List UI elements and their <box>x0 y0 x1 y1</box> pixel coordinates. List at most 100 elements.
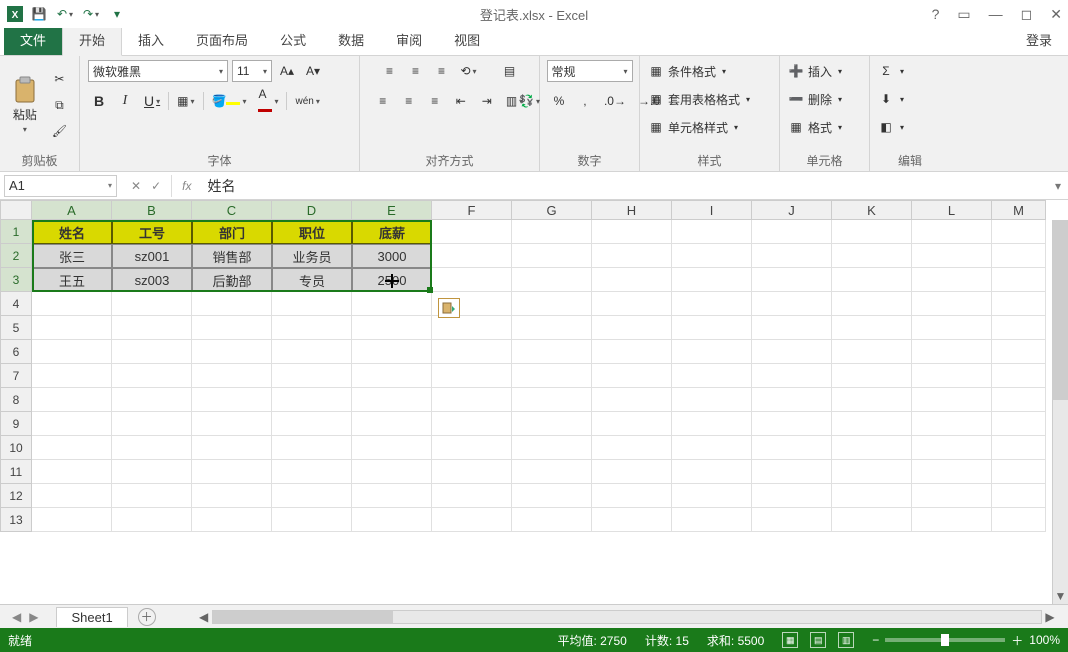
cell-H5[interactable] <box>592 316 672 340</box>
undo-button[interactable]: ↶ <box>54 3 76 25</box>
comma-icon[interactable]: , <box>574 90 596 112</box>
cell-B13[interactable] <box>112 508 192 532</box>
cell-G5[interactable] <box>512 316 592 340</box>
cell-L9[interactable] <box>912 412 992 436</box>
cell-D2[interactable]: 业务员 <box>272 244 352 268</box>
cell-E1[interactable]: 底薪 <box>352 220 432 244</box>
column-header-A[interactable]: A <box>32 200 112 220</box>
increase-font-icon[interactable]: A▴ <box>276 60 298 82</box>
cell-M1[interactable] <box>992 220 1046 244</box>
cell-F2[interactable] <box>432 244 512 268</box>
cell-H9[interactable] <box>592 412 672 436</box>
cell-B11[interactable] <box>112 460 192 484</box>
zoom-slider[interactable] <box>885 638 1005 642</box>
cell-H4[interactable] <box>592 292 672 316</box>
cell-K2[interactable] <box>832 244 912 268</box>
expand-formula-bar[interactable]: ▾ <box>1048 179 1068 193</box>
cell-G8[interactable] <box>512 388 592 412</box>
cell-H7[interactable] <box>592 364 672 388</box>
minimize-icon[interactable]: — <box>989 6 1003 23</box>
cell-E8[interactable] <box>352 388 432 412</box>
row-header-13[interactable]: 13 <box>0 508 32 532</box>
column-header-D[interactable]: D <box>272 200 352 220</box>
cell-I6[interactable] <box>672 340 752 364</box>
cell-J4[interactable] <box>752 292 832 316</box>
name-box[interactable]: A1 <box>4 175 117 197</box>
phonetic-button[interactable]: wén <box>291 90 323 112</box>
column-header-E[interactable]: E <box>352 200 432 220</box>
tab-formula[interactable]: 公式 <box>264 24 322 55</box>
cell-D6[interactable] <box>272 340 352 364</box>
cell-A2[interactable]: 张三 <box>32 244 112 268</box>
column-header-I[interactable]: I <box>672 200 752 220</box>
cell-J7[interactable] <box>752 364 832 388</box>
cell-C10[interactable] <box>192 436 272 460</box>
cell-A13[interactable] <box>32 508 112 532</box>
italic-button[interactable]: I <box>114 90 136 112</box>
restore-icon[interactable]: ◻ <box>1021 6 1033 23</box>
tab-file[interactable]: 文件 <box>4 24 62 55</box>
cell-L7[interactable] <box>912 364 992 388</box>
format-cells-button[interactable]: ▦格式▾ <box>788 116 842 138</box>
cell-A7[interactable] <box>32 364 112 388</box>
cell-I8[interactable] <box>672 388 752 412</box>
cell-F7[interactable] <box>432 364 512 388</box>
cell-H12[interactable] <box>592 484 672 508</box>
cell-J10[interactable] <box>752 436 832 460</box>
bold-button[interactable]: B <box>88 90 110 112</box>
decrease-font-icon[interactable]: A▾ <box>302 60 324 82</box>
cell-E5[interactable] <box>352 316 432 340</box>
fill-button[interactable]: ⬇▾ <box>878 88 904 110</box>
cell-L4[interactable] <box>912 292 992 316</box>
cell-D13[interactable] <box>272 508 352 532</box>
cell-A1[interactable]: 姓名 <box>32 220 112 244</box>
underline-button[interactable]: U <box>140 90 164 112</box>
font-size-combo[interactable]: 11▾ <box>232 60 272 82</box>
cell-B8[interactable] <box>112 388 192 412</box>
cell-I5[interactable] <box>672 316 752 340</box>
new-sheet-button[interactable]: ＋ <box>138 608 156 626</box>
wrap-text-icon[interactable]: ▤ <box>499 60 521 82</box>
cell-K13[interactable] <box>832 508 912 532</box>
cell-J2[interactable] <box>752 244 832 268</box>
cell-E9[interactable] <box>352 412 432 436</box>
cell-B3[interactable]: sz003 <box>112 268 192 292</box>
cell-G10[interactable] <box>512 436 592 460</box>
cell-H13[interactable] <box>592 508 672 532</box>
cell-I9[interactable] <box>672 412 752 436</box>
cell-B2[interactable]: sz001 <box>112 244 192 268</box>
cell-K10[interactable] <box>832 436 912 460</box>
row-header-8[interactable]: 8 <box>0 388 32 412</box>
save-icon[interactable]: 💾 <box>28 3 50 25</box>
cell-D5[interactable] <box>272 316 352 340</box>
percent-icon[interactable]: % <box>548 90 570 112</box>
cell-L5[interactable] <box>912 316 992 340</box>
normal-view-icon[interactable]: ▦ <box>782 632 798 648</box>
cell-F12[interactable] <box>432 484 512 508</box>
cell-E4[interactable] <box>352 292 432 316</box>
column-header-B[interactable]: B <box>112 200 192 220</box>
cell-A4[interactable] <box>32 292 112 316</box>
cell-D8[interactable] <box>272 388 352 412</box>
cancel-formula-icon[interactable]: ✕ <box>131 179 141 193</box>
row-header-6[interactable]: 6 <box>0 340 32 364</box>
accounting-format-icon[interactable]: 💱 <box>515 90 544 112</box>
copy-icon[interactable]: ⧉ <box>48 94 71 116</box>
cell-G13[interactable] <box>512 508 592 532</box>
cell-D4[interactable] <box>272 292 352 316</box>
cell-A5[interactable] <box>32 316 112 340</box>
align-right-icon[interactable]: ≡ <box>424 90 446 112</box>
cell-K5[interactable] <box>832 316 912 340</box>
cell-A6[interactable] <box>32 340 112 364</box>
row-header-1[interactable]: 1 <box>0 220 32 244</box>
cell-A9[interactable] <box>32 412 112 436</box>
cell-J8[interactable] <box>752 388 832 412</box>
cell-D3[interactable]: 专员 <box>272 268 352 292</box>
cell-M12[interactable] <box>992 484 1046 508</box>
cell-B7[interactable] <box>112 364 192 388</box>
insert-cells-button[interactable]: ➕插入▾ <box>788 60 842 82</box>
cell-F1[interactable] <box>432 220 512 244</box>
horizontal-scrollbar[interactable]: ◀ ▶ <box>196 609 1058 625</box>
cell-F8[interactable] <box>432 388 512 412</box>
tab-insert[interactable]: 插入 <box>122 24 180 55</box>
